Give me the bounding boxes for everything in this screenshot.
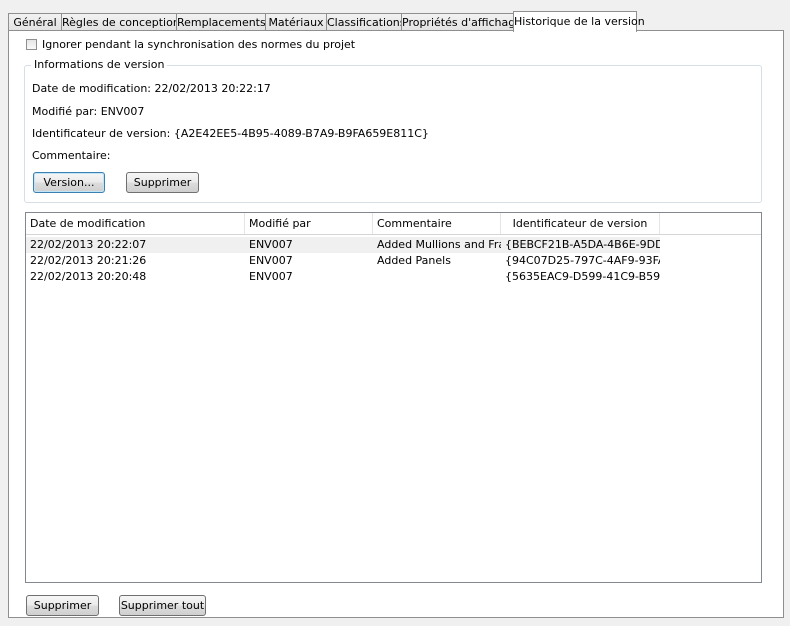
row-date: 22/02/2013 20:22:07 [26,237,245,253]
row-version-id: {BEBCF21B-A5DA-4B6E-9DD... [501,237,660,253]
comment-label: Commentaire: [32,149,111,162]
modified-date-text: Date de modification: 22/02/2013 20:22:1… [32,82,271,95]
tab-overrides[interactable]: Remplacements [176,13,266,30]
row-date: 22/02/2013 20:21:26 [30,254,147,267]
list-header: Date de modification Modifié par Comment… [26,213,761,235]
tab-general[interactable]: Général [8,13,62,30]
table-row[interactable]: 22/02/2013 20:22:07 ENV007 Added Mullion… [26,237,761,253]
column-header-modified-by[interactable]: Modifié par [245,213,373,234]
column-header-version-id[interactable]: Identificateur de version [501,213,660,234]
delete-button[interactable]: Supprimer [26,595,99,616]
modified-by-text: Modifié par: ENV007 [32,105,145,118]
tab-panel: Ignorer pendant la synchronisation des n… [8,30,784,618]
row-version-id: {94C07D25-797C-4AF9-93FA-... [505,254,660,267]
tab-classifications[interactable]: Classifications [326,13,406,30]
ignore-sync-checkbox-row[interactable]: Ignorer pendant la synchronisation des n… [26,38,355,51]
version-history-list[interactable]: Date de modification Modifié par Comment… [25,212,762,583]
row-version-id: {5635EAC9-D599-41C9-B594-... [505,270,660,283]
version-info-legend: Informations de version [31,58,168,71]
ignore-sync-label: Ignorer pendant la synchronisation des n… [42,38,356,51]
table-row[interactable]: 22/02/2013 20:21:26 ENV007 Added Panels … [26,253,761,269]
row-modified-by: ENV007 [249,254,293,267]
column-header-comment[interactable]: Commentaire [373,213,501,234]
version-info-group: Informations de version Date de modifica… [24,58,762,203]
delete-all-button[interactable]: Supprimer tout [119,595,206,616]
tab-design-rules[interactable]: Règles de conception [61,13,180,30]
tab-version-history[interactable]: Historique de la version [513,11,645,32]
row-modified-by: ENV007 [245,237,373,253]
table-row[interactable]: 22/02/2013 20:20:48 ENV007 {5635EAC9-D59… [26,269,761,285]
row-comment [373,269,501,285]
row-date: 22/02/2013 20:20:48 [30,270,147,283]
row-comment: Added Panels [377,254,451,267]
row-comment: Added Mullions and Fra... [373,237,501,253]
tab-display-properties[interactable]: Propriétés d'affichage [401,13,522,30]
delete-version-button[interactable]: Supprimer [126,172,199,193]
version-id-text: Identificateur de version: {A2E42EE5-4B9… [32,127,429,140]
tab-materials[interactable]: Matériaux [265,13,327,30]
version-button[interactable]: Version... [33,172,105,193]
row-modified-by: ENV007 [249,270,293,283]
column-header-date[interactable]: Date de modification [26,213,245,234]
ignore-sync-checkbox[interactable] [26,39,37,50]
